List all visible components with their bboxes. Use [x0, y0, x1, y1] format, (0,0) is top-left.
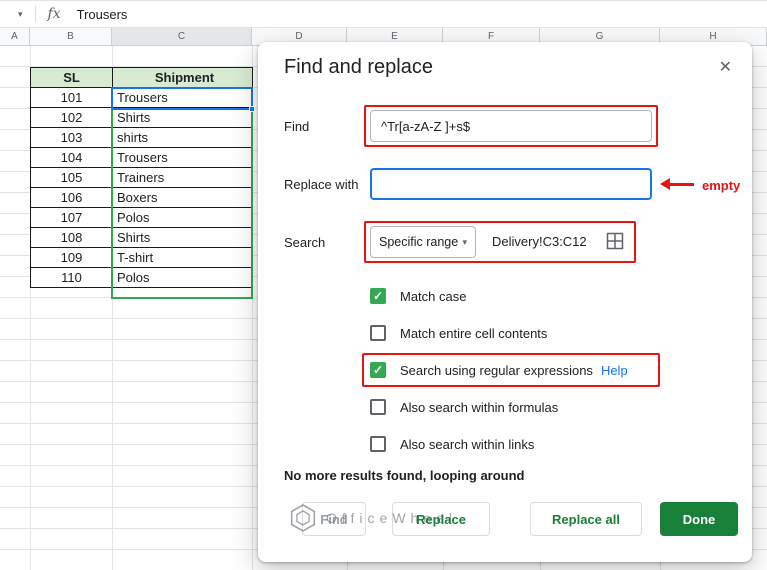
table-row: 109 T-shirt: [30, 247, 253, 268]
cell-sl[interactable]: 109: [30, 247, 113, 268]
find-replace-dialog: Find and replace ✕ Find Replace with emp…: [258, 42, 752, 562]
replace-with-label: Replace with: [284, 177, 359, 192]
checkbox-label: Also search within formulas: [400, 399, 559, 415]
checkbox-box[interactable]: ✓: [370, 288, 386, 304]
fx-icon: fx: [47, 6, 61, 22]
find-input[interactable]: [370, 110, 652, 142]
checkbox-label: Match case: [400, 288, 467, 304]
replace-all-button[interactable]: Replace all: [530, 502, 642, 536]
checkbox-search-links[interactable]: ✓ Also search within links: [370, 433, 534, 455]
cell-sl[interactable]: 110: [30, 267, 113, 288]
arrow-head-icon: [660, 178, 670, 190]
cell-sl[interactable]: 103: [30, 127, 113, 148]
formula-bar-divider: [34, 6, 36, 22]
formula-bar: ▾ fx Trousers: [0, 0, 767, 28]
done-button[interactable]: Done: [660, 502, 738, 536]
cell-sl[interactable]: 102: [30, 107, 113, 128]
cell-sl[interactable]: 104: [30, 147, 113, 168]
dialog-title: Find and replace: [284, 56, 433, 78]
column-header-c[interactable]: C: [112, 28, 252, 46]
checkbox-search-formulas[interactable]: ✓ Also search within formulas: [370, 396, 558, 418]
table-row: 108 Shirts: [30, 227, 253, 248]
checkbox-label: Match entire cell contents: [400, 325, 548, 341]
checkbox-regex[interactable]: ✓ Search using regular expressions Help: [370, 359, 628, 381]
table-row: 105 Trainers: [30, 167, 253, 188]
check-icon: ✓: [372, 363, 384, 377]
fill-handle[interactable]: [249, 106, 255, 112]
search-scope-dropdown[interactable]: Specific range ▾: [370, 226, 476, 258]
cell-sl[interactable]: 101: [30, 87, 113, 108]
cell-shipment[interactable]: Boxers: [112, 187, 253, 208]
select-range-icon[interactable]: [606, 232, 624, 250]
table-row: 104 Trousers: [30, 147, 253, 168]
checkbox-label: Search using regular expressions: [400, 362, 593, 378]
replace-input[interactable]: [370, 168, 652, 200]
close-icon[interactable]: ✕: [719, 57, 732, 77]
active-cell-outline: [111, 87, 255, 112]
table-header-row: SL Shipment: [30, 67, 253, 88]
cell-shipment[interactable]: Trainers: [112, 167, 253, 188]
arrow-line: [670, 182, 694, 186]
find-button[interactable]: Find: [302, 502, 366, 536]
cell-shipment[interactable]: shirts: [112, 127, 253, 148]
search-label: Search: [284, 235, 326, 250]
table-header-shipment[interactable]: Shipment: [112, 67, 253, 88]
table-header-sl[interactable]: SL: [30, 67, 113, 88]
table-row: 103 shirts: [30, 127, 253, 148]
checkbox-label: Also search within links: [400, 436, 535, 452]
cell-shipment[interactable]: Polos: [112, 267, 253, 288]
cell-shipment[interactable]: Polos: [112, 207, 253, 228]
formula-bar-value[interactable]: Trousers: [77, 7, 128, 22]
empty-annotation-label: empty: [702, 178, 741, 193]
name-box-dropdown-icon[interactable]: ▾: [18, 9, 23, 20]
cell-sl[interactable]: 105: [30, 167, 113, 188]
checkbox-match-entire-cell[interactable]: ✓ Match entire cell contents: [370, 322, 547, 344]
table-row: 106 Boxers: [30, 187, 253, 208]
table-row: 107 Polos: [30, 207, 253, 228]
search-scope-value: Specific range: [379, 235, 459, 249]
check-icon: ✓: [372, 289, 384, 303]
help-link[interactable]: Help: [601, 363, 628, 378]
replace-button[interactable]: Replace: [392, 502, 490, 536]
checkbox-box[interactable]: ✓: [370, 325, 386, 341]
checkbox-match-case[interactable]: ✓ Match case: [370, 285, 466, 307]
cell-sl[interactable]: 106: [30, 187, 113, 208]
spreadsheet-app: ▾ fx Trousers A B C D E F G H SL Shipmen…: [0, 0, 767, 570]
column-header-a[interactable]: A: [0, 28, 30, 46]
chevron-down-icon: ▾: [462, 236, 467, 247]
checkbox-box[interactable]: ✓: [370, 436, 386, 452]
table-row: 102 Shirts: [30, 107, 253, 128]
find-label: Find: [284, 119, 310, 134]
column-header-b[interactable]: B: [30, 28, 112, 46]
empty-annotation-arrow: [660, 178, 694, 190]
search-range-value[interactable]: Delivery!C3:C12: [492, 226, 587, 258]
cell-sl[interactable]: 108: [30, 227, 113, 248]
cell-shipment[interactable]: Shirts: [112, 107, 253, 128]
checkbox-box[interactable]: ✓: [370, 362, 386, 378]
checkbox-box[interactable]: ✓: [370, 399, 386, 415]
table-row: 110 Polos: [30, 267, 253, 288]
cell-shipment[interactable]: Trousers: [112, 147, 253, 168]
cell-sl[interactable]: 107: [30, 207, 113, 228]
cell-shipment[interactable]: T-shirt: [112, 247, 253, 268]
status-message: No more results found, looping around: [284, 468, 525, 483]
cell-shipment[interactable]: Shirts: [112, 227, 253, 248]
